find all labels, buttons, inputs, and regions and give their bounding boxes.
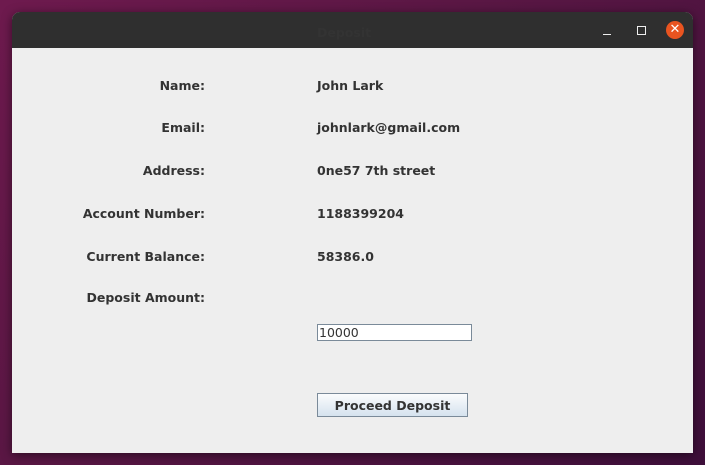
balance-value: 58386.0 xyxy=(317,249,374,264)
deposit-amount-label: Deposit Amount: xyxy=(86,290,206,305)
page-title: Deposit xyxy=(317,25,372,40)
address-value: 0ne57 7th street xyxy=(317,163,436,178)
deposit-window: ✕ Deposit Name: John Lark Email: johnlar… xyxy=(12,12,693,453)
proceed-deposit-button[interactable]: Proceed Deposit xyxy=(317,393,468,417)
account-number-value: 1188399204 xyxy=(317,206,404,221)
name-value: John Lark xyxy=(317,78,384,93)
close-button[interactable]: ✕ xyxy=(660,12,690,48)
account-number-label: Account Number: xyxy=(82,206,205,221)
maximize-icon xyxy=(636,25,646,35)
minimize-button[interactable] xyxy=(592,12,622,48)
close-icon: ✕ xyxy=(666,21,684,39)
minimize-icon xyxy=(603,33,611,35)
deposit-amount-input[interactable] xyxy=(317,324,472,341)
balance-label: Current Balance: xyxy=(86,249,205,264)
name-label: Name: xyxy=(159,78,205,93)
maximize-button[interactable] xyxy=(626,12,656,48)
email-label: Email: xyxy=(161,120,205,135)
email-value: johnlark@gmail.com xyxy=(317,120,461,135)
address-label: Address: xyxy=(142,163,205,178)
